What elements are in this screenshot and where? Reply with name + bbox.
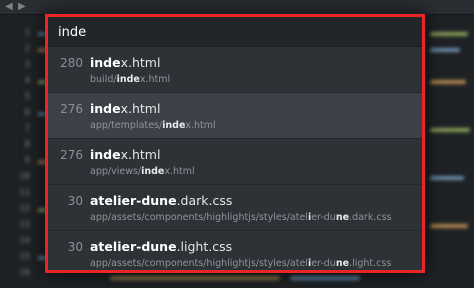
- result-row[interactable]: 280 index.html build/index.html: [48, 47, 422, 93]
- result-row[interactable]: 276 index.html app/views/index.html: [48, 139, 422, 185]
- match-highlight: e: [168, 239, 177, 254]
- result-file-name: index.html: [90, 55, 160, 70]
- results-list: 280 index.html build/index.html 276 inde…: [48, 47, 422, 270]
- line-number: 14: [19, 236, 30, 246]
- editor-window: ◀ ▶ 1 2 3 4 5 6 7 8 9 10 11 12 13 14 15 …: [0, 0, 474, 288]
- name-rest: .dark.css: [176, 193, 233, 208]
- path-segment: x.html: [139, 74, 171, 85]
- goto-anything-palette: 280 index.html build/index.html 276 inde…: [45, 14, 425, 273]
- result-score: 276: [60, 102, 83, 116]
- search-input[interactable]: [58, 23, 412, 41]
- match-highlight: inde: [90, 101, 121, 116]
- name-rest: x.html: [120, 55, 161, 70]
- code-line: [430, 176, 464, 180]
- path-segment: .light.css: [349, 258, 392, 269]
- result-path: app/views/index.html: [90, 166, 195, 177]
- result-row-selected[interactable]: 276 index.html app/templates/index.html: [48, 93, 422, 139]
- match-highlight: inde: [116, 74, 140, 85]
- line-number: 11: [19, 188, 30, 198]
- path-segment: er-du: [311, 258, 336, 269]
- line-number: 6: [24, 108, 30, 118]
- match-highlight: n: [335, 258, 343, 269]
- forward-arrow-icon[interactable]: ▶: [18, 0, 26, 14]
- match-highlight: n: [159, 239, 169, 254]
- match-highlight: n: [159, 193, 169, 208]
- path-segment: app/assets/components/highlightjs/styles…: [90, 258, 308, 269]
- line-number: 1: [24, 28, 30, 38]
- result-score: 30: [67, 240, 83, 254]
- path-segment: app/assets/components/highlightjs/styles…: [90, 212, 308, 223]
- result-score: 280: [60, 56, 83, 70]
- match-highlight: atel: [90, 193, 118, 208]
- match-highlight: e: [168, 193, 177, 208]
- line-number: 15: [19, 252, 30, 262]
- match-highlight: n: [335, 212, 343, 223]
- query-bar: [48, 17, 422, 47]
- line-number: 13: [19, 220, 30, 230]
- result-path: app/templates/index.html: [90, 120, 216, 131]
- match-highlight: inde: [162, 120, 186, 131]
- line-number: 12: [19, 204, 30, 214]
- code-line: [430, 224, 468, 228]
- match-highlight: inde: [90, 147, 121, 162]
- match-highlight: atel: [90, 239, 118, 254]
- result-row[interactable]: 30 atelier-dune.light.css app/assets/com…: [48, 231, 422, 270]
- code-line: [430, 80, 466, 84]
- result-score: 276: [60, 148, 83, 162]
- back-arrow-icon[interactable]: ◀: [5, 0, 13, 14]
- result-score: 30: [67, 194, 83, 208]
- result-row[interactable]: 30 atelier-dune.dark.css app/assets/comp…: [48, 185, 422, 231]
- tab-bar: ◀ ▶: [0, 0, 474, 15]
- line-number: 7: [24, 124, 30, 134]
- result-path: app/assets/components/highlightjs/styles…: [90, 258, 391, 269]
- name-rest: .light.css: [176, 239, 233, 254]
- code-line: [430, 48, 460, 52]
- line-number: 9: [24, 156, 30, 166]
- line-number: 10: [19, 172, 30, 182]
- result-file-name: index.html: [90, 101, 160, 116]
- match-highlight: er-du: [121, 239, 160, 254]
- result-path: build/index.html: [90, 74, 170, 85]
- line-number: 2: [24, 44, 30, 54]
- path-segment: er-du: [311, 212, 336, 223]
- result-path: app/assets/components/highlightjs/styles…: [90, 212, 391, 223]
- line-number: 4: [24, 76, 30, 86]
- code-line: [430, 128, 470, 132]
- code-line: [110, 276, 280, 280]
- code-line: [290, 276, 360, 280]
- name-rest: x.html: [120, 101, 161, 116]
- line-number: 5: [24, 92, 30, 102]
- name-rest: x.html: [120, 147, 161, 162]
- result-file-name: index.html: [90, 147, 160, 162]
- result-file-name: atelier-dune.light.css: [90, 239, 232, 254]
- line-number: 8: [24, 140, 30, 150]
- result-file-name: atelier-dune.dark.css: [90, 193, 232, 208]
- code-line: [430, 32, 468, 36]
- path-segment: build/: [90, 74, 117, 85]
- match-highlight: inde: [90, 55, 121, 70]
- path-segment: .dark.css: [349, 212, 392, 223]
- line-number: 3: [24, 60, 30, 70]
- path-segment: x.html: [164, 166, 195, 177]
- match-highlight: inde: [141, 166, 165, 177]
- line-number: 16: [19, 268, 30, 278]
- path-segment: app/templates/: [90, 120, 163, 131]
- path-segment: app/views/: [90, 166, 142, 177]
- path-segment: x.html: [185, 120, 216, 131]
- match-highlight: er-du: [121, 193, 160, 208]
